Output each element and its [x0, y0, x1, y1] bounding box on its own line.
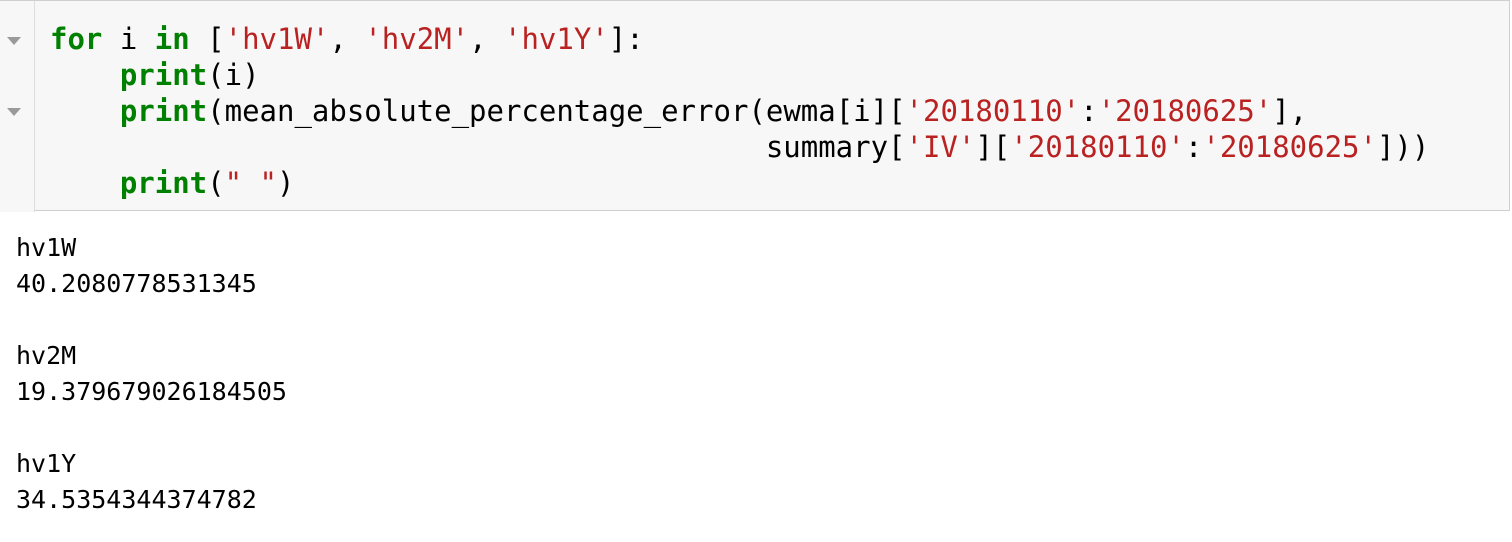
code-text: (i)	[207, 58, 260, 92]
code-string: 'hv2M'	[364, 22, 470, 56]
output-line: hv1W	[16, 233, 77, 262]
output-line: hv1Y	[16, 449, 77, 478]
code-keyword: print	[119, 58, 208, 92]
output-line: 40.2080778531345	[16, 269, 257, 298]
code-text: :	[1080, 94, 1098, 128]
code-string: '20180625'	[1202, 130, 1377, 164]
code-string: '20180625'	[1097, 94, 1273, 128]
code-text: (mean_absolute_percentage_error(ewma[i][	[207, 94, 906, 128]
code-editor[interactable]: for i in ['hv1W', 'hv2M', 'hv1Y']: print…	[50, 21, 1429, 201]
output-line: 19.379679026184505	[16, 377, 287, 406]
code-text: [	[189, 22, 225, 56]
fold-arrow-icon[interactable]	[7, 108, 21, 116]
code-string: 'hv1Y'	[504, 22, 609, 56]
fold-arrow-icon[interactable]	[7, 37, 21, 45]
code-text: ]:	[608, 22, 644, 56]
code-string: 'IV'	[905, 130, 976, 164]
code-line: print(mean_absolute_percentage_error(ewm…	[50, 93, 1429, 129]
code-line: summary['IV']['20180110':'20180625']))	[50, 129, 1430, 165]
output-line: 34.5354344374782	[16, 485, 257, 514]
code-text: ],	[1272, 94, 1308, 128]
code-line: print(i)	[50, 57, 1429, 93]
code-line: print(" ")	[50, 165, 1429, 201]
code-text: ,	[469, 22, 504, 56]
code-text: ]))	[1376, 130, 1430, 164]
code-keyword: print	[119, 94, 208, 128]
cell-gutter	[0, 1, 35, 212]
code-string: " "	[224, 166, 278, 200]
code-text: ,	[329, 22, 365, 56]
output-line: hv2M	[16, 341, 77, 370]
code-text: :	[1184, 130, 1203, 164]
code-string: '20180110'	[1010, 130, 1185, 164]
code-line: for i in ['hv1W', 'hv2M', 'hv1Y']:	[50, 21, 1429, 57]
code-text: ][	[975, 130, 1011, 164]
code-string: '20180110'	[905, 94, 1081, 128]
code-string: 'hv1W'	[224, 22, 330, 56]
code-keyword: in	[154, 22, 190, 56]
code-text: i	[102, 22, 155, 56]
cell-output: hv1W 40.2080778531345 hv2M 19.379679026184…	[16, 230, 287, 518]
code-text: summary[	[50, 130, 906, 164]
code-cell[interactable]: for i in ['hv1W', 'hv2M', 'hv1Y']: print…	[0, 0, 1510, 212]
code-text: )	[277, 166, 295, 200]
code-text: (	[207, 166, 225, 200]
code-keyword: print	[119, 166, 208, 200]
code-keyword: for	[50, 22, 103, 56]
